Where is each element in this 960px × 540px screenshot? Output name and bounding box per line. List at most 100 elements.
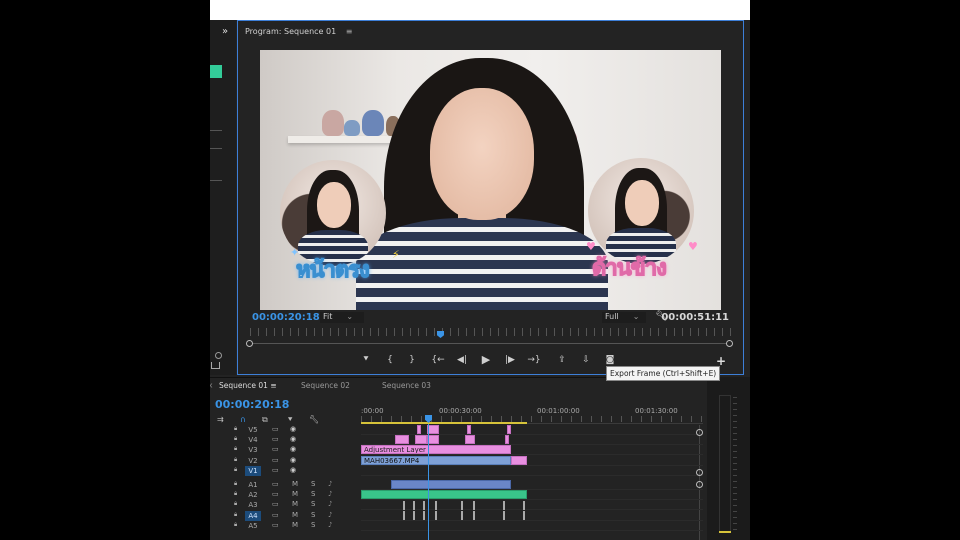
sync-lock-icon[interactable]: ▭ bbox=[272, 500, 279, 508]
solo-button[interactable]: S bbox=[311, 511, 315, 519]
mute-button[interactable]: M bbox=[292, 480, 298, 488]
a3-audio-clip[interactable] bbox=[523, 501, 525, 510]
a3-audio-clip[interactable] bbox=[461, 501, 463, 510]
mute-button[interactable]: M bbox=[292, 490, 298, 498]
step-forward-icon[interactable]: |▶ bbox=[502, 354, 518, 366]
add-marker-icon[interactable]: ⯆ bbox=[287, 415, 293, 425]
sync-lock-icon[interactable]: ▭ bbox=[272, 511, 279, 519]
sync-lock-icon[interactable]: ▭ bbox=[272, 480, 279, 488]
solo-button[interactable]: S bbox=[311, 490, 315, 498]
track-name[interactable]: A5 bbox=[245, 521, 261, 531]
v5-clip[interactable] bbox=[507, 425, 511, 434]
a3-audio-clip[interactable] bbox=[473, 501, 475, 510]
lock-icon[interactable]: 🔒︎ bbox=[234, 445, 237, 453]
tab-sequence-02[interactable]: Sequence 02 bbox=[301, 381, 350, 390]
a1-audio-clip[interactable] bbox=[391, 480, 511, 489]
a4-audio-clip[interactable] bbox=[413, 511, 415, 520]
lock-icon[interactable]: 🔒︎ bbox=[234, 480, 237, 488]
sync-lock-icon[interactable]: ▭ bbox=[272, 445, 279, 453]
solo-button[interactable]: S bbox=[311, 521, 315, 529]
a3-audio-clip[interactable] bbox=[403, 501, 405, 510]
microphone-icon[interactable]: ♪ bbox=[328, 480, 332, 488]
lift-icon[interactable]: ⇪ bbox=[554, 354, 570, 366]
sync-lock-icon[interactable]: ▭ bbox=[272, 435, 279, 443]
monitor-tab[interactable]: Program: Sequence 01 ≡ bbox=[245, 27, 352, 36]
microphone-icon[interactable]: ♪ bbox=[328, 521, 332, 529]
track-name[interactable]: V1 bbox=[245, 465, 261, 476]
play-icon[interactable]: ▶ bbox=[478, 354, 494, 366]
a4-audio-clip[interactable] bbox=[423, 511, 425, 520]
track-lane-v4[interactable] bbox=[361, 435, 703, 446]
video-clip-mah03667[interactable]: MAH03667.MP4 bbox=[361, 456, 511, 465]
go-to-in-icon[interactable]: {← bbox=[430, 354, 446, 366]
track-lane-a5[interactable] bbox=[361, 521, 703, 531]
a3-audio-clip[interactable] bbox=[413, 501, 415, 510]
mark-in-icon[interactable]: { bbox=[382, 354, 398, 366]
hamburger-icon[interactable]: ≡ bbox=[270, 381, 276, 390]
v4-clip[interactable] bbox=[415, 435, 427, 444]
a3-audio-clip[interactable] bbox=[435, 501, 437, 510]
timeline-timecode[interactable]: 00:00:20:18 bbox=[215, 398, 289, 411]
mute-button[interactable]: M bbox=[292, 500, 298, 508]
hamburger-icon[interactable]: ≡ bbox=[346, 27, 353, 36]
a4-audio-clip[interactable] bbox=[461, 511, 463, 520]
go-to-out-icon[interactable]: →} bbox=[526, 354, 542, 366]
close-icon[interactable]: × bbox=[210, 381, 213, 390]
lock-icon[interactable]: 🔒︎ bbox=[234, 466, 237, 474]
camera-icon[interactable]: ◙ bbox=[602, 354, 618, 366]
playhead-timecode[interactable]: 00:00:20:18 bbox=[252, 312, 320, 323]
track-name[interactable]: V5 bbox=[245, 425, 261, 435]
lock-icon[interactable]: 🔒︎ bbox=[234, 456, 237, 464]
mark-out-icon[interactable]: } bbox=[404, 354, 420, 366]
microphone-icon[interactable]: ♪ bbox=[328, 500, 332, 508]
a3-audio-clip[interactable] bbox=[503, 501, 505, 510]
monitor-time-ruler[interactable] bbox=[250, 328, 732, 336]
lock-icon[interactable]: 🔒︎ bbox=[234, 511, 237, 519]
mute-button[interactable]: M bbox=[292, 521, 298, 529]
a4-audio-clip[interactable] bbox=[503, 511, 505, 520]
playhead-marker[interactable] bbox=[437, 331, 444, 338]
v4-clip[interactable] bbox=[465, 435, 475, 444]
tab-sequence-01[interactable]: Sequence 01 ≡ bbox=[219, 381, 277, 390]
scrollbar-handle-left[interactable] bbox=[246, 340, 253, 347]
work-area-bar[interactable] bbox=[361, 422, 527, 424]
v2-clip[interactable] bbox=[511, 456, 527, 465]
track-scroll-knob[interactable] bbox=[696, 429, 703, 436]
v4-clip[interactable] bbox=[505, 435, 509, 444]
track-name[interactable]: V3 bbox=[245, 445, 261, 455]
track-lane-v1[interactable] bbox=[361, 466, 703, 476]
scrollbar-handle-right[interactable] bbox=[726, 340, 733, 347]
solo-button[interactable]: S bbox=[311, 500, 315, 508]
export-icon[interactable] bbox=[211, 362, 220, 369]
expand-panels-icon[interactable]: » bbox=[222, 26, 228, 37]
a2-audio-clip[interactable] bbox=[361, 490, 527, 499]
a4-audio-clip[interactable] bbox=[435, 511, 437, 520]
a3-audio-clip[interactable] bbox=[423, 501, 425, 510]
sync-lock-icon[interactable]: ▭ bbox=[272, 456, 279, 464]
track-scroll-knob[interactable] bbox=[696, 469, 703, 476]
wrench-icon[interactable]: 🔧︎ bbox=[309, 415, 319, 424]
track-name[interactable]: A2 bbox=[245, 490, 261, 500]
sync-lock-icon[interactable]: ▭ bbox=[272, 490, 279, 498]
track-name[interactable]: A1 bbox=[245, 480, 261, 490]
eye-icon[interactable]: ◉ bbox=[290, 466, 296, 474]
v4-clip[interactable] bbox=[395, 435, 409, 444]
microphone-icon[interactable]: ♪ bbox=[328, 490, 332, 498]
track-lane-v5[interactable] bbox=[361, 425, 703, 435]
a4-audio-clip[interactable] bbox=[403, 511, 405, 520]
solo-button[interactable]: S bbox=[311, 480, 315, 488]
linked-selection-icon[interactable]: ⧉ bbox=[262, 415, 268, 425]
eye-icon[interactable]: ◉ bbox=[290, 445, 296, 453]
scroll-knob[interactable] bbox=[215, 352, 222, 359]
track-scroll-knob[interactable] bbox=[696, 481, 703, 488]
lock-icon[interactable]: 🔒︎ bbox=[234, 425, 237, 433]
zoom-scrollbar[interactable] bbox=[250, 343, 732, 344]
step-back-icon[interactable]: ◀| bbox=[454, 354, 470, 366]
v5-clip[interactable] bbox=[467, 425, 471, 434]
eye-icon[interactable]: ◉ bbox=[290, 425, 296, 433]
sync-lock-icon[interactable]: ▭ bbox=[272, 521, 279, 529]
zoom-select[interactable]: Fit ⌄ bbox=[320, 312, 364, 323]
lock-icon[interactable]: 🔒︎ bbox=[234, 435, 237, 443]
lock-icon[interactable]: 🔒︎ bbox=[234, 490, 237, 498]
sync-lock-icon[interactable]: ▭ bbox=[272, 425, 279, 433]
